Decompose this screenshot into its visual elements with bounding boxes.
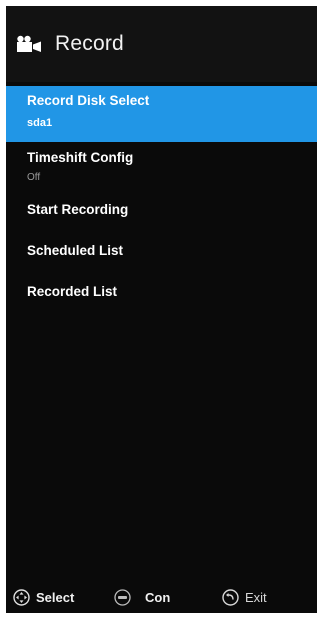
menu-item-timeshift-config[interactable]: Timeshift Config Off bbox=[6, 142, 317, 190]
menu-item-scheduled-list[interactable]: Scheduled List bbox=[6, 231, 317, 272]
select-hint-label: Select bbox=[36, 590, 75, 605]
menu-item-label: Scheduled List bbox=[27, 243, 124, 258]
return-icon bbox=[222, 589, 239, 606]
footer-hints: Select Con Exit bbox=[6, 583, 317, 613]
menu-item-value: Off bbox=[27, 172, 41, 183]
menu-item-record-disk-select[interactable]: Record Disk Select sda1 bbox=[6, 86, 317, 142]
menu-item-label: Start Recording bbox=[27, 202, 129, 217]
record-panel: Record Record Disk Select sda1 Timeshift… bbox=[6, 6, 317, 613]
menu-item-label: Record Disk Select bbox=[27, 93, 150, 108]
menu-item-label: Timeshift Config bbox=[27, 150, 134, 165]
enter-icon bbox=[114, 589, 131, 606]
menu-item-start-recording[interactable]: Start Recording bbox=[6, 190, 317, 231]
video-camera-icon bbox=[17, 35, 41, 52]
exit-hint-label: Exit bbox=[245, 590, 267, 605]
confirm-hint-label: Con bbox=[145, 590, 171, 605]
header: Record bbox=[6, 6, 317, 82]
menu-item-value: sda1 bbox=[27, 117, 53, 129]
confirm-hint[interactable]: Con bbox=[114, 589, 170, 606]
menu-item-label: Recorded List bbox=[27, 284, 118, 299]
page-title: Record bbox=[55, 32, 124, 55]
menu-item-recorded-list[interactable]: Recorded List bbox=[6, 272, 317, 313]
dpad-icon bbox=[13, 589, 30, 606]
select-hint[interactable]: Select bbox=[13, 589, 74, 606]
record-menu: Record Disk Select sda1 Timeshift Config… bbox=[6, 86, 317, 313]
exit-hint[interactable]: Exit bbox=[222, 589, 267, 606]
